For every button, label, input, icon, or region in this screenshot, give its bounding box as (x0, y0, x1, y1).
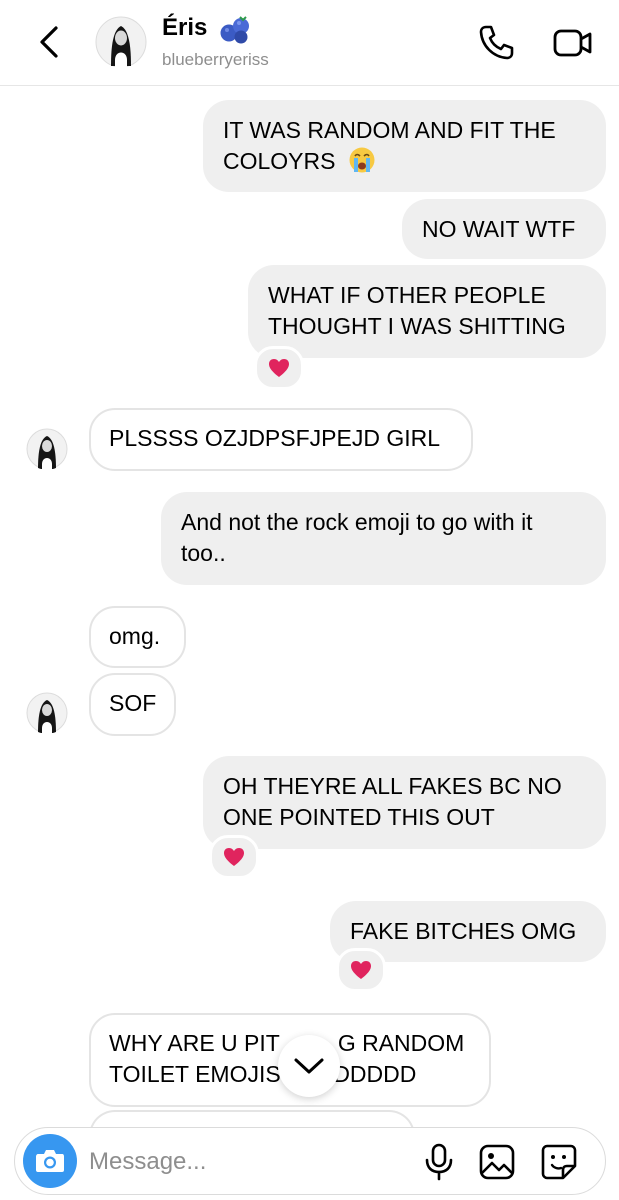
message-input[interactable] (87, 1142, 391, 1182)
avatar[interactable] (26, 692, 68, 734)
contact-name[interactable]: Éris (162, 14, 207, 42)
heart-reaction[interactable] (336, 948, 386, 992)
received-message[interactable]: PLSSSS OZJDPSFJPEJD GIRL (89, 408, 473, 471)
chevron-down-icon (294, 1058, 324, 1074)
chat-header: Éris blueberryeriss (0, 0, 619, 86)
avatar[interactable] (26, 428, 68, 470)
sent-message[interactable]: NO WAIT WTF (402, 199, 606, 259)
contact-username[interactable]: blueberryeriss (162, 50, 269, 70)
sticker-icon[interactable] (539, 1142, 579, 1182)
loudly-crying-face-emoji (349, 147, 375, 173)
sent-message[interactable]: And not the rock emoji to go with it too… (161, 492, 606, 585)
scroll-to-bottom-button[interactable] (278, 1035, 340, 1097)
red-heart-icon (269, 359, 289, 377)
avatar[interactable] (95, 16, 147, 68)
red-heart-icon (351, 961, 371, 979)
video-camera-icon[interactable] (552, 26, 594, 60)
gallery-icon[interactable] (477, 1142, 517, 1182)
phone-icon[interactable] (477, 24, 515, 62)
camera-button[interactable] (23, 1134, 77, 1188)
sent-message[interactable]: WHAT IF OTHER PEOPLE THOUGHT I WAS SHITT… (248, 265, 606, 358)
heart-reaction[interactable] (209, 835, 259, 879)
message-composer (14, 1127, 606, 1195)
red-heart-icon (224, 848, 244, 866)
chevron-left-icon[interactable] (34, 24, 66, 60)
blueberries-emoji (220, 16, 249, 44)
camera-icon (36, 1150, 64, 1172)
heart-reaction[interactable] (254, 346, 304, 390)
received-message[interactable]: SOF (89, 673, 176, 736)
sent-message[interactable]: IT WAS RANDOM AND FIT THE COLOYRS (203, 100, 606, 192)
received-message[interactable]: omg. (89, 606, 186, 668)
microphone-icon[interactable] (419, 1142, 459, 1182)
sent-message[interactable]: OH THEYRE ALL FAKES BC NO ONE POINTED TH… (203, 756, 606, 849)
